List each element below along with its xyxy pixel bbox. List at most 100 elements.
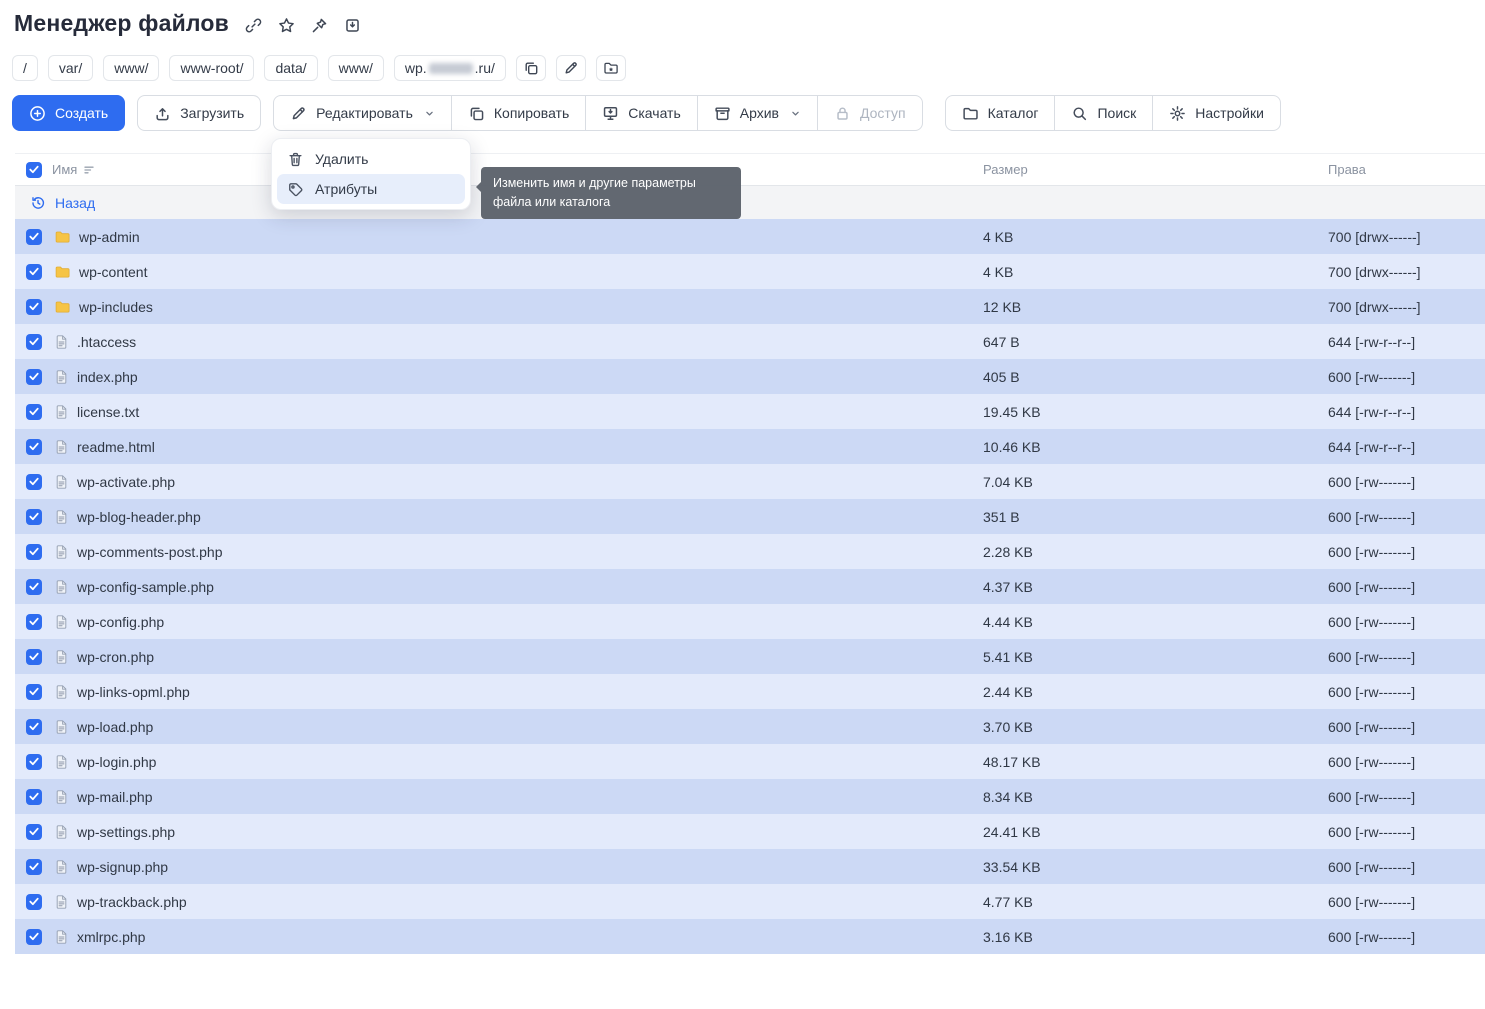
row-checkbox[interactable] [26, 614, 42, 630]
row-checkbox[interactable] [26, 264, 42, 280]
row-checkbox[interactable] [26, 684, 42, 700]
file-size: 7.04 KB [983, 474, 1328, 490]
back-row[interactable]: Назад [15, 186, 1485, 219]
row-checkbox[interactable] [26, 859, 42, 875]
copy-path-button[interactable] [516, 55, 546, 81]
export-icon[interactable] [344, 17, 361, 34]
file-rights: 600 [-rw-------] [1328, 894, 1485, 910]
download-label: Скачать [628, 105, 681, 121]
table-row[interactable]: wp-cron.php 5.41 KB 600 [-rw-------] [15, 639, 1485, 674]
table-row[interactable]: wp-activate.php 7.04 KB 600 [-rw-------] [15, 464, 1485, 499]
file-name[interactable]: wp-login.php [77, 754, 156, 770]
table-row[interactable]: wp-blog-header.php 351 B 600 [-rw-------… [15, 499, 1485, 534]
table-row[interactable]: wp-load.php 3.70 KB 600 [-rw-------] [15, 709, 1485, 744]
download-button[interactable]: Скачать [585, 95, 698, 131]
file-name[interactable]: wp-mail.php [77, 789, 152, 805]
breadcrumb-data[interactable]: data/ [264, 55, 317, 81]
file-name[interactable]: xmlrpc.php [77, 929, 145, 945]
sort-icon[interactable] [83, 164, 95, 176]
row-checkbox[interactable] [26, 579, 42, 595]
column-header-size[interactable]: Размер [983, 162, 1328, 177]
row-checkbox[interactable] [26, 299, 42, 315]
archive-button[interactable]: Архив [697, 95, 818, 131]
table-row[interactable]: wp-mail.php 8.34 KB 600 [-rw-------] [15, 779, 1485, 814]
row-checkbox[interactable] [26, 369, 42, 385]
file-name[interactable]: wp-cron.php [77, 649, 154, 665]
column-header-rights[interactable]: Права [1328, 162, 1485, 177]
file-name[interactable]: wp-includes [79, 299, 153, 315]
search-button[interactable]: Поиск [1054, 95, 1153, 131]
table-row[interactable]: wp-comments-post.php 2.28 KB 600 [-rw---… [15, 534, 1485, 569]
column-header-name[interactable]: Имя [52, 162, 77, 177]
table-row[interactable]: readme.html 10.46 KB 644 [-rw-r--r--] [15, 429, 1485, 464]
breadcrumb-www[interactable]: www/ [103, 55, 159, 81]
file-name[interactable]: index.php [77, 369, 138, 385]
row-checkbox[interactable] [26, 334, 42, 350]
row-checkbox[interactable] [26, 649, 42, 665]
row-checkbox[interactable] [26, 719, 42, 735]
row-checkbox[interactable] [26, 474, 42, 490]
catalog-button[interactable]: Каталог [945, 95, 1056, 131]
row-checkbox[interactable] [26, 789, 42, 805]
breadcrumb-var[interactable]: var/ [48, 55, 93, 81]
table-row[interactable]: wp-content 4 KB 700 [drwx------] [15, 254, 1485, 289]
file-name[interactable]: wp-config-sample.php [77, 579, 214, 595]
file-name[interactable]: wp-load.php [77, 719, 153, 735]
table-row[interactable]: wp-admin 4 KB 700 [drwx------] [15, 219, 1485, 254]
table-row[interactable]: license.txt 19.45 KB 644 [-rw-r--r--] [15, 394, 1485, 429]
row-checkbox[interactable] [26, 229, 42, 245]
table-row[interactable]: wp-config-sample.php 4.37 KB 600 [-rw---… [15, 569, 1485, 604]
row-checkbox[interactable] [26, 929, 42, 945]
star-icon[interactable] [278, 17, 295, 34]
file-name[interactable]: wp-settings.php [77, 824, 175, 840]
table-row[interactable]: wp-links-opml.php 2.44 KB 600 [-rw------… [15, 674, 1485, 709]
file-name[interactable]: wp-trackback.php [77, 894, 187, 910]
upload-button[interactable]: Загрузить [137, 95, 261, 131]
row-checkbox[interactable] [26, 754, 42, 770]
file-name[interactable]: wp-links-opml.php [77, 684, 190, 700]
row-checkbox[interactable] [26, 824, 42, 840]
breadcrumb-domain[interactable]: wp. .ru/ [394, 55, 506, 81]
file-name[interactable]: wp-config.php [77, 614, 164, 630]
copy-button[interactable]: Копировать [451, 95, 586, 131]
row-checkbox[interactable] [26, 544, 42, 560]
file-rights: 600 [-rw-------] [1328, 544, 1485, 560]
menu-item-delete[interactable]: Удалить [277, 144, 465, 174]
breadcrumb-www2[interactable]: www/ [328, 55, 384, 81]
file-name[interactable]: readme.html [77, 439, 155, 455]
create-button[interactable]: Создать [12, 95, 125, 131]
table-row[interactable]: wp-trackback.php 4.77 KB 600 [-rw-------… [15, 884, 1485, 919]
file-name[interactable]: wp-content [79, 264, 147, 280]
file-name[interactable]: license.txt [77, 404, 139, 420]
table-row[interactable]: wp-signup.php 33.54 KB 600 [-rw-------] [15, 849, 1485, 884]
link-icon[interactable] [245, 17, 262, 34]
edit-button[interactable]: Редактировать [273, 95, 452, 131]
archive-label: Архив [740, 105, 779, 121]
select-all-checkbox[interactable] [26, 162, 42, 178]
file-name[interactable]: wp-activate.php [77, 474, 175, 490]
table-row[interactable]: wp-config.php 4.44 KB 600 [-rw-------] [15, 604, 1485, 639]
row-checkbox[interactable] [26, 509, 42, 525]
row-checkbox[interactable] [26, 894, 42, 910]
file-name[interactable]: wp-comments-post.php [77, 544, 223, 560]
file-name[interactable]: wp-admin [79, 229, 140, 245]
table-row[interactable]: .htaccess 647 B 644 [-rw-r--r--] [15, 324, 1485, 359]
row-checkbox[interactable] [26, 439, 42, 455]
table-row[interactable]: xmlrpc.php 3.16 KB 600 [-rw-------] [15, 919, 1485, 954]
table-row[interactable]: index.php 405 B 600 [-rw-------] [15, 359, 1485, 394]
pin-icon[interactable] [311, 17, 328, 34]
table-row[interactable]: wp-login.php 48.17 KB 600 [-rw-------] [15, 744, 1485, 779]
breadcrumb-root[interactable]: / [12, 55, 38, 81]
row-checkbox[interactable] [26, 404, 42, 420]
breadcrumb-www-root[interactable]: www-root/ [169, 55, 254, 81]
favorite-folder-button[interactable] [596, 55, 626, 81]
table-row[interactable]: wp-includes 12 KB 700 [drwx------] [15, 289, 1485, 324]
file-icon [54, 824, 69, 840]
file-name[interactable]: wp-blog-header.php [77, 509, 201, 525]
settings-button[interactable]: Настройки [1152, 95, 1281, 131]
file-name[interactable]: wp-signup.php [77, 859, 168, 875]
file-name[interactable]: .htaccess [77, 334, 136, 350]
menu-item-attributes[interactable]: Атрибуты [277, 174, 465, 204]
edit-path-button[interactable] [556, 55, 586, 81]
table-row[interactable]: wp-settings.php 24.41 KB 600 [-rw-------… [15, 814, 1485, 849]
